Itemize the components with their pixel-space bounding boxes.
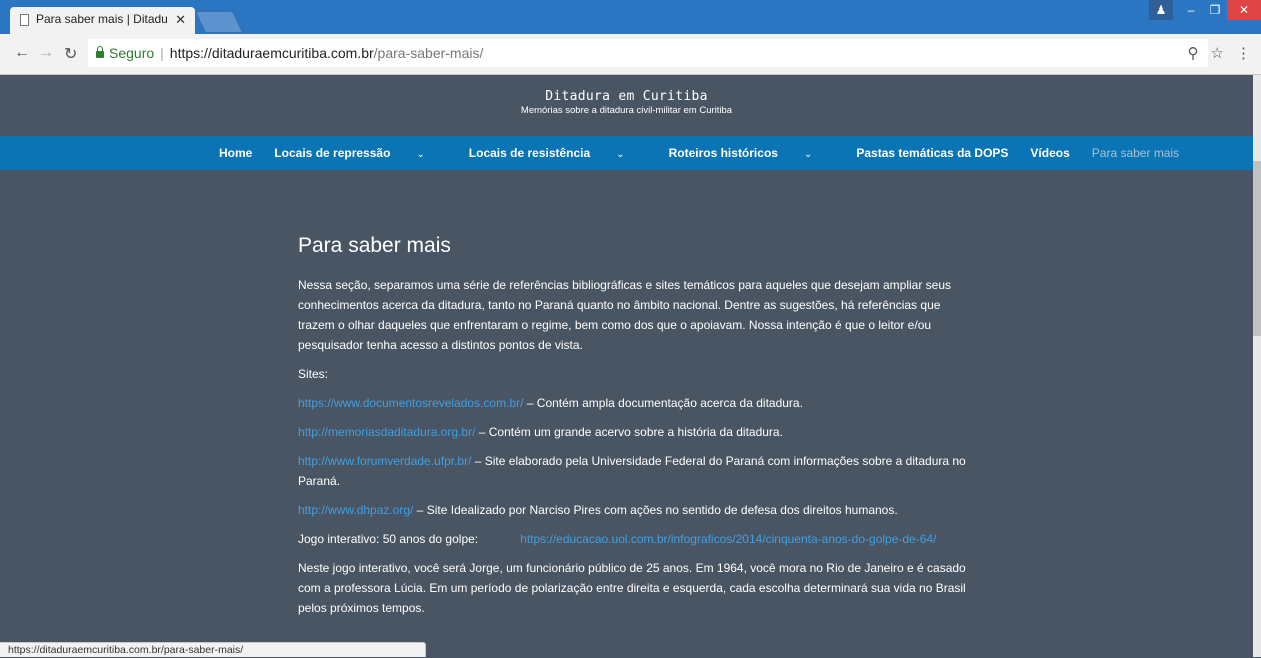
nav-item-pastas-tematicas[interactable]: Pastas temáticas da DOPS — [856, 136, 1008, 170]
chevron-down-icon: ⌄ — [416, 149, 425, 160]
bookmark-star-icon[interactable]: ☆ — [1211, 44, 1224, 62]
sites-label: Sites: — [298, 367, 329, 381]
site-description: – Contém um grande acervo sobre a histór… — [475, 425, 783, 439]
main-content: Para saber mais Nessa seção, separamos u… — [298, 232, 968, 627]
restore-icon[interactable]: ❐ — [1203, 0, 1227, 20]
nav-item-roteiros-historicos[interactable]: Roteiros históricos ⌄ — [669, 136, 835, 170]
site-link[interactable]: http://www.forumverdade.ufpr.br/ — [298, 454, 471, 468]
nav-label: Locais de resistência — [468, 146, 591, 160]
window-close-icon[interactable]: ✕ — [1227, 0, 1261, 20]
new-tab-button[interactable] — [194, 11, 244, 33]
site-entry: http://www.dhpaz.org/ – Site Idealizado … — [298, 500, 968, 520]
toolbar-right: ⚲ ☆ ⋮ — [1188, 44, 1251, 62]
nav-item-videos[interactable]: Vídeos — [1030, 136, 1069, 170]
main-navigation: Home Locais de repressão ⌄ Locais de resi… — [0, 136, 1253, 170]
minimize-icon[interactable]: – — [1179, 0, 1203, 20]
menu-kebab-icon[interactable]: ⋮ — [1236, 44, 1251, 62]
address-bar: ← → ↻ Seguro | https://ditaduraemcuritiba.… — [0, 34, 1261, 75]
game-label: Jogo interativo: 50 anos do golpe: — [298, 532, 479, 546]
zoom-icon[interactable]: ⚲ — [1188, 44, 1199, 62]
nav-item-locais-de-resistencia[interactable]: Locais de resistência ⌄ — [469, 136, 647, 170]
page-scrollbar[interactable] — [1253, 75, 1261, 657]
document-icon — [20, 14, 29, 26]
chevron-down-icon: ⌄ — [616, 149, 625, 160]
chevron-down-icon: ⌄ — [803, 149, 813, 160]
url-separator: | — [160, 45, 164, 61]
tab-close-icon[interactable]: ✕ — [175, 12, 186, 28]
browser-titlebar: Para saber mais | Ditadu ✕ ♟ – ❐ ✕ — [0, 0, 1261, 34]
nav-item-locais-de-repressao[interactable]: Locais de repressão ⌄ — [274, 136, 446, 170]
site-link[interactable]: http://www.dhpaz.org/ — [298, 503, 413, 517]
back-icon[interactable]: ← — [14, 44, 30, 62]
site-entry: http://memoriasdaditadura.org.br/ – Cont… — [298, 422, 968, 442]
game-link[interactable]: https://educacao.uol.com.br/infograficos… — [520, 532, 936, 546]
forward-icon[interactable]: → — [38, 44, 54, 62]
site-link[interactable]: http://memoriasdaditadura.org.br/ — [298, 425, 475, 439]
lock-icon — [96, 46, 104, 58]
browser-tab[interactable]: Para saber mais | Ditadu ✕ — [10, 7, 195, 34]
site-link[interactable]: https://www.documentosrevelados.com.br/ — [298, 396, 523, 410]
game-description: Neste jogo interativo, você será Jorge, … — [298, 561, 966, 615]
profile-icon[interactable]: ♟ — [1149, 0, 1173, 20]
nav-menu: Home Locais de repressão ⌄ Locais de resi… — [219, 136, 1201, 170]
status-bar-url: https://ditaduraemcuritiba.com.br/para-s… — [0, 642, 426, 657]
nav-item-para-saber-mais[interactable]: Para saber mais — [1092, 136, 1179, 170]
url-host: https://ditaduraemcuritiba.com.br — [169, 45, 374, 61]
nav-label: Roteiros históricos — [668, 146, 778, 160]
site-title[interactable]: Ditadura em Curitiba — [0, 75, 1253, 104]
url-input[interactable]: Seguro | https://ditaduraemcuritiba.com.br… — [88, 39, 1208, 67]
site-subtitle: Memórias sobre a ditadura civil-militar … — [520, 105, 733, 116]
nav-item-home[interactable]: Home — [219, 136, 252, 170]
site-header: Ditadura em Curitiba Memórias sobre a di… — [0, 75, 1253, 136]
site-description: – Contém ampla documentação acerca da di… — [523, 396, 803, 410]
url-path: /para-saber-mais/ — [373, 45, 484, 61]
site-entry: https://www.documentosrevelados.com.br/ … — [298, 393, 968, 413]
game-entry: Jogo interativo: 50 anos do golpe: https:… — [298, 529, 968, 549]
site-entry: http://www.forumverdade.ufpr.br/ – Site … — [298, 451, 968, 491]
reload-icon[interactable]: ↻ — [64, 44, 77, 64]
nav-label: Locais de repressão — [274, 146, 391, 160]
site-description: – Site Idealizado por Narciso Pires com … — [413, 503, 898, 517]
page-title: Para saber mais — [298, 234, 451, 257]
intro-paragraph: Nessa seção, separamos uma série de refe… — [298, 278, 951, 352]
tab-title: Para saber mais | Ditadu — [36, 12, 168, 26]
secure-label: Seguro — [109, 45, 155, 61]
window-controls: ♟ – ❐ ✕ — [1149, 0, 1261, 24]
scrollbar-thumb[interactable] — [1253, 161, 1261, 336]
